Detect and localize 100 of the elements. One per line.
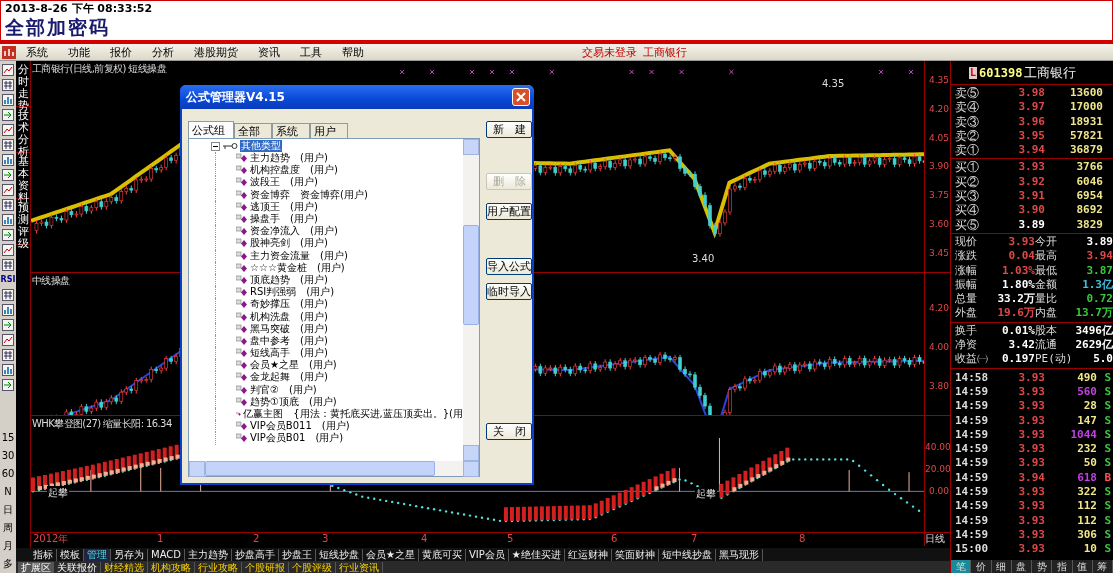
bottom-tab[interactable]: 个股评级: [289, 561, 336, 573]
grid-icon[interactable]: [2, 289, 14, 301]
tree-item[interactable]: 盘中参考 (用户): [250, 334, 328, 347]
menu-item[interactable]: 港股期货: [184, 44, 248, 60]
arrow-icon[interactable]: [2, 319, 14, 331]
grid-icon[interactable]: [2, 259, 14, 271]
chart-icon[interactable]: [2, 244, 14, 256]
chart-icon[interactable]: [2, 184, 14, 196]
indicator-tab[interactable]: 指标: [30, 548, 57, 561]
dialog-tab[interactable]: 公式组: [188, 121, 234, 138]
tree-item[interactable]: 主力趋势 (用户): [250, 152, 328, 165]
bars-icon[interactable]: [2, 304, 14, 316]
bars-icon[interactable]: [2, 214, 14, 226]
tree-item[interactable]: 短线高手 (用户): [250, 347, 328, 360]
indicator-tab[interactable]: 管理: [84, 548, 111, 561]
vertical-scrollbar[interactable]: [463, 139, 479, 461]
indicator-tab[interactable]: VIP会员: [465, 548, 509, 561]
period-button[interactable]: 周: [3, 519, 13, 537]
grid-icon[interactable]: [2, 349, 14, 361]
bottom-tab[interactable]: 行业资讯: [336, 561, 383, 573]
bars-icon[interactable]: [2, 154, 14, 166]
period-button[interactable]: 30: [1, 447, 15, 465]
tree-item[interactable]: 资金博弈 资金博弈(用户): [250, 188, 368, 201]
tree-item[interactable]: 逃顶王 (用户): [250, 200, 318, 213]
detail-tab[interactable]: 价: [971, 560, 992, 573]
indicator-label[interactable]: RSI: [0, 274, 16, 286]
tree-item[interactable]: 黑马突破 (用户): [250, 322, 328, 335]
tree-item[interactable]: RSI判强弱 (用户): [250, 286, 335, 299]
tree-item[interactable]: 股神亮剑 (用户): [250, 237, 328, 250]
dialog-button[interactable]: 新 建: [486, 121, 532, 138]
tree-item[interactable]: 金龙起舞 (用户): [250, 371, 328, 384]
dialog-tab[interactable]: 系统: [272, 123, 310, 138]
indicator-tab[interactable]: 红运财神: [564, 548, 612, 561]
tree-item[interactable]: 趋势①顶底 (用户): [250, 395, 337, 408]
indicator-tab[interactable]: 主力趋势: [185, 548, 232, 561]
dialog-button[interactable]: 临时导入: [486, 283, 532, 300]
detail-tab[interactable]: 势: [1032, 560, 1053, 573]
dialog-button[interactable]: 关 闭: [486, 423, 532, 440]
period-button[interactable]: 日: [3, 501, 13, 519]
tree-item[interactable]: 主力资金流量 (用户): [250, 249, 348, 262]
collapse-icon[interactable]: [211, 141, 220, 151]
dialog-tab[interactable]: 全部: [234, 123, 272, 138]
tree-item[interactable]: 亿赢主图 {用法：黄托底买进,蓝压顶卖出。}(用: [243, 408, 463, 421]
horizontal-scrollbar[interactable]: [189, 461, 479, 476]
bars-icon[interactable]: [2, 94, 14, 106]
menu-item[interactable]: 帮助: [332, 44, 374, 60]
dialog-button[interactable]: 用户配置: [486, 203, 532, 220]
tree-item[interactable]: 其他类型: [240, 140, 282, 152]
tree-item[interactable]: VIP会员B011 (用户): [250, 420, 350, 433]
arrow-icon[interactable]: [2, 229, 14, 241]
menu-item[interactable]: 功能: [58, 44, 100, 60]
period-button[interactable]: 15: [1, 429, 15, 447]
menu-item[interactable]: 系统: [16, 44, 58, 60]
tree-item[interactable]: 操盘手 (用户): [250, 213, 318, 226]
indicator-tab[interactable]: 短线抄盘: [316, 548, 363, 561]
arrow-icon[interactable]: [2, 379, 14, 391]
indicator-tab[interactable]: 黄底可买: [418, 548, 466, 561]
detail-tab[interactable]: 盘: [1011, 560, 1032, 573]
detail-tab[interactable]: 值: [1072, 560, 1093, 573]
menu-item[interactable]: 报价: [100, 44, 142, 60]
tree-item[interactable]: 波段王 (用户): [250, 176, 318, 189]
menu-item[interactable]: 工具: [290, 44, 332, 60]
arrow-icon[interactable]: [2, 109, 14, 121]
bottom-tab[interactable]: 财经精选: [101, 561, 148, 573]
bottom-tab[interactable]: 个股研报: [242, 561, 289, 573]
dialog-button[interactable]: 导入公式: [486, 258, 532, 275]
tree-item[interactable]: VIP会员B01 (用户): [250, 432, 344, 445]
grid-icon[interactable]: [2, 79, 14, 91]
bars-icon[interactable]: [2, 364, 14, 376]
arrow-icon[interactable]: [2, 169, 14, 181]
indicator-tab[interactable]: 短中线抄盘: [658, 548, 716, 561]
dialog-tab[interactable]: 用户: [310, 123, 348, 138]
chart-icon[interactable]: [2, 64, 14, 76]
indicator-tab[interactable]: ★绝佳买进: [508, 548, 565, 561]
period-button[interactable]: 月: [3, 537, 13, 555]
menu-item[interactable]: 资讯: [248, 44, 290, 60]
indicator-tab[interactable]: 另存为: [111, 548, 148, 561]
menu-item[interactable]: 分析: [142, 44, 184, 60]
tree-item[interactable]: 判官② (用户): [250, 383, 317, 396]
indicator-tab[interactable]: 黑马现形: [715, 548, 763, 561]
period-button[interactable]: N: [4, 483, 12, 501]
tree-item[interactable]: 顶底趋势 (用户): [250, 273, 328, 286]
grid-icon[interactable]: [2, 139, 14, 151]
period-button[interactable]: 60: [1, 465, 15, 483]
bottom-tab[interactable]: 机构攻略: [148, 561, 195, 573]
indicator-tab[interactable]: 抄盘王: [279, 548, 316, 561]
indicator-tab[interactable]: 抄盘高手: [232, 548, 279, 561]
detail-tab[interactable]: 筹: [1092, 560, 1113, 573]
indicator-tab[interactable]: 笑面财神: [611, 548, 659, 561]
grid-icon[interactable]: [2, 199, 14, 211]
bottom-tab[interactable]: 行业攻略: [195, 561, 242, 573]
indicator-tab[interactable]: MACD: [148, 548, 185, 561]
tree-item[interactable]: 机构洗盘 (用户): [250, 310, 328, 323]
tree-item[interactable]: ☆☆☆黄金桩 (用户): [250, 261, 345, 274]
detail-tab[interactable]: 细: [991, 560, 1012, 573]
chart-icon[interactable]: [2, 334, 14, 346]
tree-item[interactable]: 机构控盘度 (用户): [250, 164, 338, 177]
period-button[interactable]: 多: [3, 555, 13, 573]
tree-item[interactable]: 会员★之星 (用户): [250, 359, 337, 372]
indicator-tab[interactable]: 会员★之星: [363, 548, 419, 561]
